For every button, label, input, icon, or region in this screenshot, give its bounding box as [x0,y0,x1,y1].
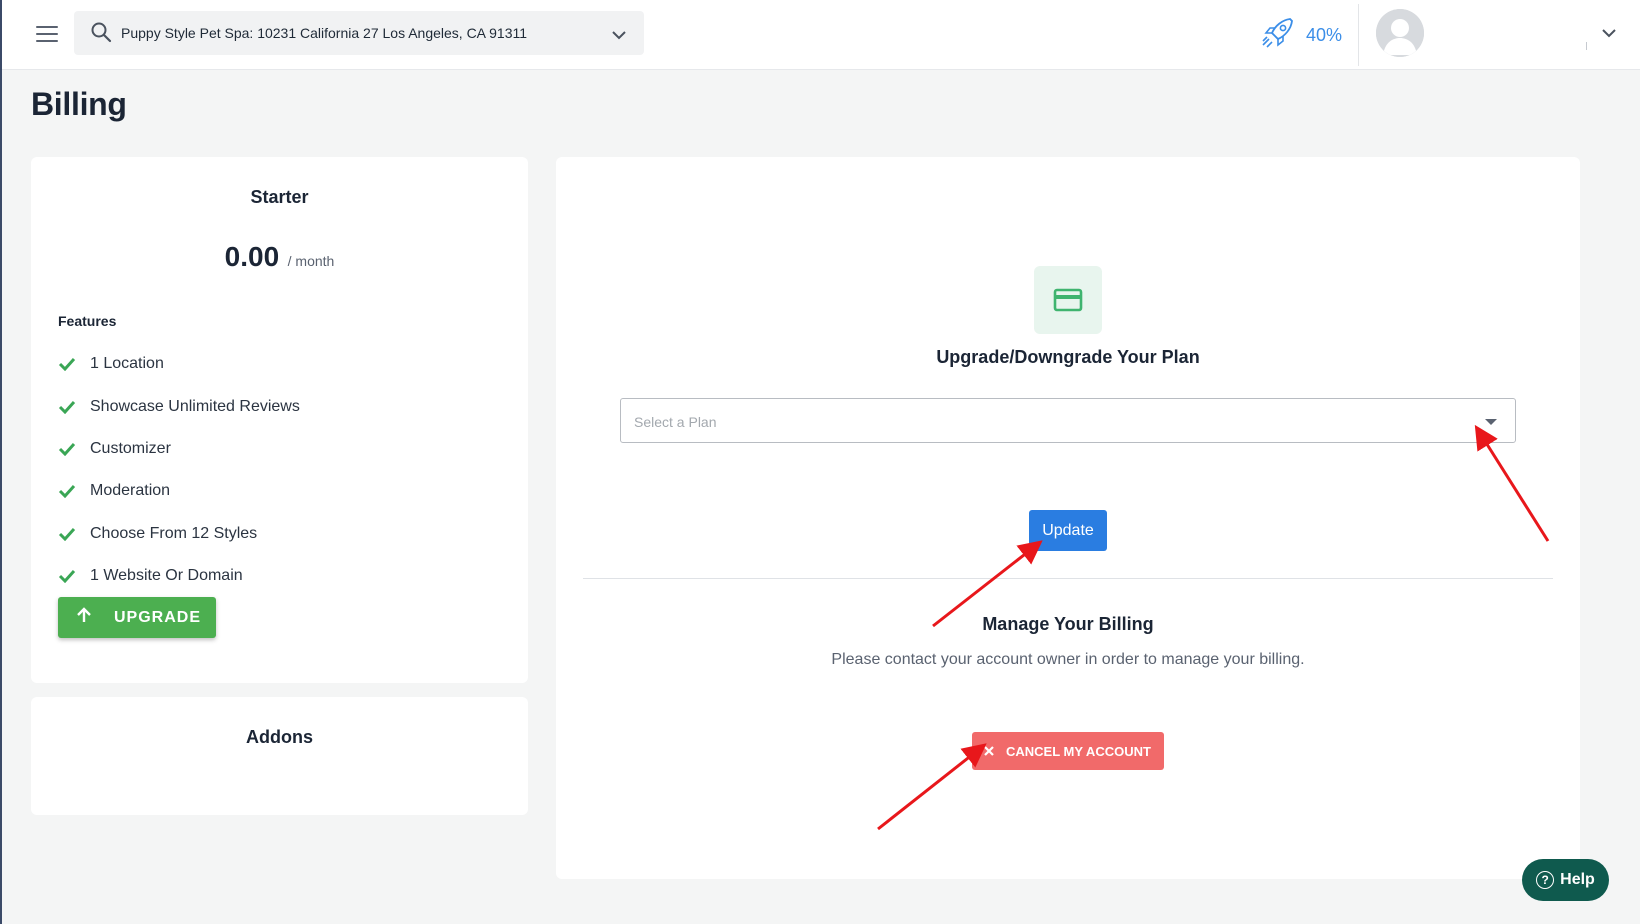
feature-label: Showcase Unlimited Reviews [90,397,300,415]
close-icon [984,744,994,759]
setup-progress[interactable]: 40% [1260,16,1342,55]
addons-card: Addons [31,697,528,815]
user-menu-chevron-icon[interactable] [1602,25,1616,43]
feature-label: Choose From 12 Styles [90,524,258,542]
help-icon: ? [1536,871,1555,889]
feature-label: Customizer [90,439,171,457]
feature-item: 1 Website Or Domain [58,555,300,597]
plan-name: Starter [250,187,309,207]
header-divider [1358,4,1359,66]
billing-card: Upgrade/Downgrade Your Plan Select a Pla… [556,157,1580,879]
top-bar: Puppy Style Pet Spa: 10231 California 27… [2,0,1640,70]
check-icon [58,357,80,372]
location-select[interactable]: Puppy Style Pet Spa: 10231 California 27… [74,11,644,55]
check-icon [58,527,80,541]
addons-title: Addons [246,727,313,747]
manage-billing-title: Manage Your Billing [982,614,1154,634]
upgrade-plan-title: Upgrade/Downgrade Your Plan [936,347,1200,367]
help-label: Help [1560,871,1595,888]
plan-price: 0.00 / month [31,241,528,273]
feature-item: 1 Location [58,343,300,385]
feature-item: Showcase Unlimited Reviews [58,385,300,427]
menu-icon[interactable] [36,26,58,44]
chevron-down-icon [612,27,626,45]
upgrade-button[interactable]: UPGRADE [58,597,216,638]
cancel-account-button[interactable]: CANCEL MY ACCOUNT [972,732,1164,770]
rocket-icon [1260,16,1296,55]
feature-item: Customizer [58,428,300,470]
feature-label: Moderation [90,482,171,500]
search-icon [90,21,112,48]
help-button[interactable]: ? Help [1522,859,1609,901]
section-divider [583,578,1553,579]
feature-label: 1 Location [90,355,164,373]
user-name-separator [1586,42,1587,50]
manage-billing-text: Please contact your account owner in ord… [831,651,1305,668]
location-value: Puppy Style Pet Spa: 10231 California 27… [121,25,528,41]
update-button[interactable]: Update [1029,510,1107,551]
caret-down-icon [1485,419,1497,425]
current-plan-card: Starter 0.00 / month Features 1 Location… [31,157,528,683]
credit-card-icon [1034,266,1102,334]
plan-select-placeholder: Select a Plan [634,414,717,430]
arrow-up-icon [76,607,92,628]
features-title: Features [58,313,117,329]
check-icon [58,400,80,414]
feature-item: Moderation [58,470,300,512]
check-icon [58,569,80,584]
avatar[interactable] [1376,9,1424,57]
app-window: Puppy Style Pet Spa: 10231 California 27… [0,0,1640,924]
cancel-account-label: CANCEL MY ACCOUNT [1006,743,1151,759]
plan-select[interactable]: Select a Plan [620,398,1516,443]
price-value: 0.00 [224,241,280,272]
page-title: Billing [31,86,127,122]
feature-label: 1 Website Or Domain [90,567,243,585]
price-period: / month [287,253,335,269]
upgrade-label: UPGRADE [114,608,202,626]
progress-percent: 40% [1306,25,1343,45]
check-icon [58,442,80,456]
feature-list: 1 Location Showcase Unlimited Reviews Cu… [58,343,300,597]
check-icon [58,484,80,499]
feature-item: Choose From 12 Styles [58,513,300,555]
